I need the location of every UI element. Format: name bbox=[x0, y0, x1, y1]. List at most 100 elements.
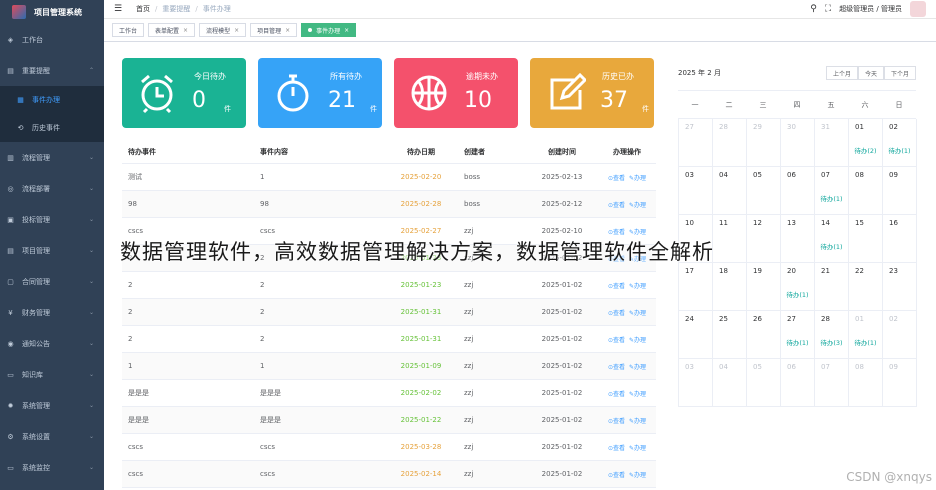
sidebar-subitem[interactable]: ⟲ 历史事件 bbox=[0, 114, 104, 142]
calendar-day[interactable]: 17 bbox=[679, 263, 713, 311]
calendar-todo-badge[interactable]: 待办(1) bbox=[781, 337, 814, 347]
calendar-day[interactable]: 05 bbox=[747, 359, 781, 407]
calendar-day[interactable]: 15 bbox=[849, 215, 883, 263]
user-label[interactable]: 超级管理员 / 管理员 bbox=[839, 4, 902, 14]
tab-tag[interactable]: 工作台 bbox=[112, 23, 145, 37]
view-link[interactable]: ⊙查看 bbox=[608, 472, 625, 479]
handle-link[interactable]: ✎办理 bbox=[629, 445, 646, 452]
calendar-day[interactable]: 16 bbox=[883, 215, 917, 263]
sidebar-item[interactable]: ▣ 投标管理 ⌄ bbox=[0, 204, 104, 235]
calendar-todo-badge[interactable]: 待办(1) bbox=[883, 145, 916, 155]
today-button[interactable]: 今天 bbox=[857, 66, 884, 80]
sidebar-item[interactable]: ▤ 项目管理 ⌄ bbox=[0, 235, 104, 266]
calendar-day[interactable]: 14 待办(1) bbox=[815, 215, 849, 263]
handle-link[interactable]: ✎办理 bbox=[629, 418, 646, 425]
calendar-day[interactable]: 23 bbox=[883, 263, 917, 311]
calendar-day[interactable]: 06 bbox=[781, 359, 815, 407]
handle-link[interactable]: ✎办理 bbox=[629, 229, 646, 236]
calendar-day[interactable]: 28 bbox=[713, 119, 747, 167]
sidebar-item[interactable]: ◈ 工作台 bbox=[0, 24, 104, 55]
calendar-day[interactable]: 04 bbox=[713, 359, 747, 407]
view-link[interactable]: ⊙查看 bbox=[608, 391, 625, 398]
handle-link[interactable]: ✎办理 bbox=[629, 175, 646, 182]
calendar-day[interactable]: 28 待办(3) bbox=[815, 311, 849, 359]
calendar-todo-badge[interactable]: 待办(2) bbox=[849, 145, 882, 155]
calendar-day[interactable]: 24 bbox=[679, 311, 713, 359]
view-link[interactable]: ⊙查看 bbox=[608, 337, 625, 344]
calendar-day[interactable]: 07 待办(1) bbox=[815, 167, 849, 215]
calendar-day[interactable]: 22 bbox=[849, 263, 883, 311]
stat-card[interactable]: 所有待办 21 件 bbox=[258, 58, 382, 128]
handle-link[interactable]: ✎办理 bbox=[629, 283, 646, 290]
avatar[interactable] bbox=[910, 1, 926, 17]
sidebar-item[interactable]: ▭ 知识库 ⌄ bbox=[0, 359, 104, 390]
view-link[interactable]: ⊙查看 bbox=[608, 229, 625, 236]
calendar-day[interactable]: 20 待办(1) bbox=[781, 263, 815, 311]
calendar-day[interactable]: 27 bbox=[679, 119, 713, 167]
calendar-day[interactable]: 05 bbox=[747, 167, 781, 215]
sidebar-item[interactable]: ◉ 通知公告 ⌄ bbox=[0, 328, 104, 359]
view-link[interactable]: ⊙查看 bbox=[608, 283, 625, 290]
view-link[interactable]: ⊙查看 bbox=[608, 364, 625, 371]
tab-tag[interactable]: 项目管理 × bbox=[250, 23, 298, 37]
calendar-day[interactable]: 03 bbox=[679, 167, 713, 215]
calendar-day[interactable]: 02 bbox=[883, 311, 917, 359]
close-icon[interactable]: × bbox=[183, 27, 188, 34]
handle-link[interactable]: ✎办理 bbox=[629, 364, 646, 371]
tab-tag[interactable]: 表单配置 × bbox=[148, 23, 196, 37]
sidebar-subitem[interactable]: ▦ 事件办理 bbox=[0, 86, 104, 114]
calendar-day[interactable]: 13 bbox=[781, 215, 815, 263]
view-link[interactable]: ⊙查看 bbox=[608, 202, 625, 209]
sidebar-item[interactable]: ▤ 重要提醒 ⌃ bbox=[0, 55, 104, 86]
calendar-day[interactable]: 02 待办(1) bbox=[883, 119, 917, 167]
handle-link[interactable]: ✎办理 bbox=[629, 310, 646, 317]
view-link[interactable]: ⊙查看 bbox=[608, 310, 625, 317]
calendar-day[interactable]: 11 bbox=[713, 215, 747, 263]
next-month-button[interactable]: 下个月 bbox=[883, 66, 916, 80]
calendar-day[interactable]: 08 bbox=[849, 167, 883, 215]
sidebar-item[interactable]: ◎ 流程部署 ⌄ bbox=[0, 173, 104, 204]
calendar-todo-badge[interactable]: 待办(1) bbox=[815, 193, 848, 203]
sidebar-item[interactable]: ✹ 系统管理 ⌄ bbox=[0, 390, 104, 421]
calendar-day[interactable]: 21 bbox=[815, 263, 849, 311]
calendar-day[interactable]: 03 bbox=[679, 359, 713, 407]
breadcrumb-home[interactable]: 首页 bbox=[136, 4, 150, 14]
calendar-day[interactable]: 09 bbox=[883, 359, 917, 407]
calendar-day[interactable]: 29 bbox=[747, 119, 781, 167]
calendar-day[interactable]: 01 待办(1) bbox=[849, 311, 883, 359]
brand[interactable]: 项目管理系统 bbox=[0, 0, 104, 24]
view-link[interactable]: ⊙查看 bbox=[608, 445, 625, 452]
calendar-todo-badge[interactable]: 待办(3) bbox=[815, 337, 848, 347]
calendar-day[interactable]: 07 bbox=[815, 359, 849, 407]
search-icon[interactable]: ⚲ bbox=[810, 4, 817, 14]
calendar-day[interactable]: 25 bbox=[713, 311, 747, 359]
calendar-day[interactable]: 27 待办(1) bbox=[781, 311, 815, 359]
hamburger-icon[interactable]: ☰ bbox=[114, 4, 128, 14]
calendar-day[interactable]: 04 bbox=[713, 167, 747, 215]
calendar-day[interactable]: 06 bbox=[781, 167, 815, 215]
stat-card[interactable]: 逾期未办 10 bbox=[394, 58, 518, 128]
calendar-todo-badge[interactable]: 待办(1) bbox=[849, 337, 882, 347]
calendar-day[interactable]: 19 bbox=[747, 263, 781, 311]
calendar-day[interactable]: 12 bbox=[747, 215, 781, 263]
calendar-day[interactable]: 31 bbox=[815, 119, 849, 167]
sidebar-item[interactable]: ▢ 合同管理 ⌄ bbox=[0, 266, 104, 297]
calendar-day[interactable]: 26 bbox=[747, 311, 781, 359]
close-icon[interactable]: × bbox=[285, 27, 290, 34]
handle-link[interactable]: ✎办理 bbox=[629, 337, 646, 344]
stat-card[interactable]: 今日待办 0 件 bbox=[122, 58, 246, 128]
close-icon[interactable]: × bbox=[344, 27, 349, 34]
prev-month-button[interactable]: 上个月 bbox=[825, 66, 858, 80]
sidebar-item[interactable]: ¥ 财务管理 ⌄ bbox=[0, 297, 104, 328]
view-link[interactable]: ⊙查看 bbox=[608, 418, 625, 425]
view-link[interactable]: ⊙查看 bbox=[608, 175, 625, 182]
handle-link[interactable]: ✎办理 bbox=[629, 472, 646, 479]
handle-link[interactable]: ✎办理 bbox=[629, 391, 646, 398]
calendar-todo-badge[interactable]: 待办(1) bbox=[781, 289, 814, 299]
handle-link[interactable]: ✎办理 bbox=[629, 202, 646, 209]
calendar-day[interactable]: 01 待办(2) bbox=[849, 119, 883, 167]
calendar-day[interactable]: 08 bbox=[849, 359, 883, 407]
fullscreen-icon[interactable]: ⛶ bbox=[825, 4, 831, 14]
stat-card[interactable]: 历史已办 37 件 bbox=[530, 58, 654, 128]
sidebar-item[interactable]: ⚙ 系统设置 ⌄ bbox=[0, 421, 104, 452]
